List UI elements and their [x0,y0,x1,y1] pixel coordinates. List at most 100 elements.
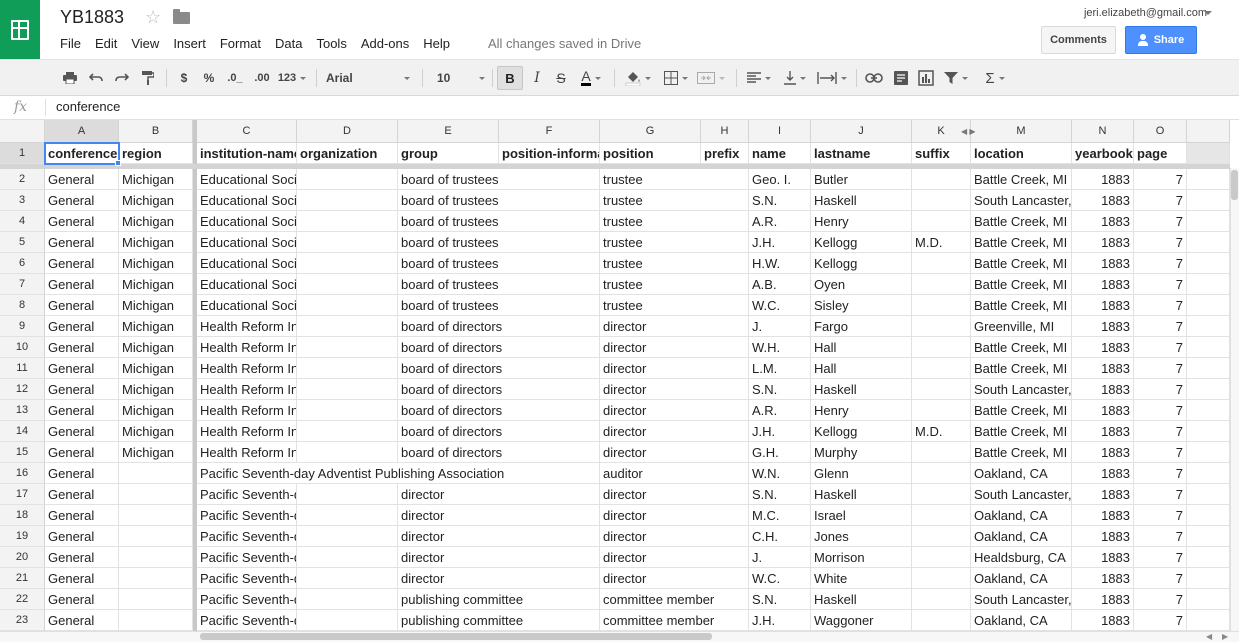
table-cell[interactable]: Health Reform Institute [197,421,297,442]
table-cell[interactable] [912,316,971,337]
header-cell-a[interactable]: conference [45,143,119,164]
table-cell[interactable]: Health Reform Institute [197,400,297,421]
table-cell[interactable]: W.C. [749,568,811,589]
account-email[interactable]: jeri.elizabeth@gmail.com [1084,7,1207,19]
table-cell[interactable]: General [45,589,119,610]
scroll-right-icon[interactable]: ▶ [1222,632,1228,641]
vertical-align-icon[interactable] [782,69,808,87]
strikethrough-button[interactable]: S [554,69,568,87]
table-cell[interactable]: General [45,568,119,589]
table-cell[interactable] [297,379,398,400]
table-cell[interactable]: 1883 [1072,274,1134,295]
table-cell[interactable]: 1883 [1072,547,1134,568]
table-cell[interactable]: M.D. [912,232,971,253]
table-cell[interactable]: trustee [600,169,749,190]
column-header-g[interactable]: G [600,120,701,143]
header-cell-m[interactable]: location [971,143,1072,164]
folder-icon[interactable] [173,9,190,24]
table-cell[interactable]: Michigan [119,421,193,442]
table-cell[interactable]: Haskell [811,589,912,610]
table-cell[interactable]: Pacific Seventh-day Adventist Publishing… [197,484,297,505]
table-cell[interactable]: Healdsburg, CA [971,547,1072,568]
table-cell[interactable]: board of directors [398,442,600,463]
table-cell[interactable]: General [45,358,119,379]
table-cell[interactable]: 7 [1134,169,1187,190]
table-cell[interactable]: 7 [1134,337,1187,358]
table-cell[interactable]: 1883 [1072,505,1134,526]
table-cell[interactable]: C.H. [749,526,811,547]
table-cell[interactable]: Health Reform Institute [197,442,297,463]
paint-format-icon[interactable] [140,69,156,87]
table-cell[interactable] [912,358,971,379]
table-cell[interactable]: director [600,316,749,337]
hidden-column-arrows-icon[interactable]: ◀ ▶ [961,127,976,136]
table-cell[interactable]: 7 [1134,253,1187,274]
table-cell[interactable]: J.H. [749,610,811,631]
table-cell[interactable]: trustee [600,253,749,274]
table-cell[interactable]: board of trustees [398,211,600,232]
table-cell[interactable]: Jones [811,526,912,547]
row-header[interactable]: 19 [0,526,45,547]
table-cell[interactable]: J.H. [749,421,811,442]
table-cell[interactable]: General [45,421,119,442]
table-cell[interactable]: Oakland, CA [971,526,1072,547]
table-cell[interactable] [912,211,971,232]
table-cell[interactable]: Geo. I. [749,169,811,190]
row-header[interactable]: 12 [0,379,45,400]
insert-chart-icon[interactable] [917,69,935,87]
header-cell-g[interactable]: position [600,143,701,164]
table-cell[interactable]: Michigan [119,337,193,358]
table-cell[interactable] [912,274,971,295]
row-header[interactable]: 8 [0,295,45,316]
text-color-button[interactable]: A [577,69,605,87]
table-cell[interactable]: Haskell [811,484,912,505]
table-cell[interactable]: W.H. [749,337,811,358]
table-cell[interactable]: 7 [1134,421,1187,442]
table-cell[interactable]: board of trustees [398,274,600,295]
table-cell[interactable]: Glenn [811,463,912,484]
table-cell[interactable]: L.M. [749,358,811,379]
filter-icon[interactable] [942,69,970,87]
vertical-scroll-thumb[interactable] [1231,170,1238,200]
table-cell[interactable]: 1883 [1072,316,1134,337]
table-cell[interactable]: 1883 [1072,232,1134,253]
header-cell-i[interactable]: name [749,143,811,164]
table-cell[interactable]: 1883 [1072,610,1134,631]
table-cell[interactable] [297,568,398,589]
table-cell[interactable]: General [45,190,119,211]
table-cell[interactable] [912,379,971,400]
table-cell[interactable] [297,547,398,568]
table-cell[interactable]: publishing committee [398,610,600,631]
table-cell[interactable]: Michigan [119,442,193,463]
table-cell[interactable]: Michigan [119,295,193,316]
table-cell[interactable]: Kellogg [811,232,912,253]
menu-format[interactable]: Format [220,36,261,51]
table-cell[interactable] [297,442,398,463]
table-cell[interactable] [119,568,193,589]
fill-handle[interactable] [115,160,121,166]
table-cell[interactable]: Oakland, CA [971,463,1072,484]
table-cell[interactable]: Oakland, CA [971,610,1072,631]
header-cell-o[interactable]: page [1134,143,1187,164]
column-header-o[interactable]: O [1134,120,1187,143]
table-cell[interactable]: H.W. [749,253,811,274]
table-cell[interactable]: director [398,547,600,568]
table-cell[interactable]: board of directors [398,379,600,400]
table-cell[interactable]: director [600,442,749,463]
table-cell[interactable]: Fargo [811,316,912,337]
column-header-b[interactable]: B [119,120,193,143]
frozen-row-divider[interactable] [0,164,1230,169]
table-cell[interactable]: Haskell [811,379,912,400]
header-cell-d[interactable]: organization [297,143,398,164]
row-header[interactable]: 6 [0,253,45,274]
table-cell[interactable]: trustee [600,295,749,316]
menu-edit[interactable]: Edit [95,36,117,51]
table-cell[interactable] [119,610,193,631]
table-cell[interactable]: 1883 [1072,442,1134,463]
table-cell[interactable]: Greenville, MI [971,316,1072,337]
table-cell[interactable]: director [398,568,600,589]
scroll-left-icon[interactable]: ◀ [1206,632,1212,641]
table-cell[interactable]: Health Reform Institute [197,337,297,358]
table-cell[interactable]: General [45,211,119,232]
table-cell[interactable]: General [45,463,119,484]
